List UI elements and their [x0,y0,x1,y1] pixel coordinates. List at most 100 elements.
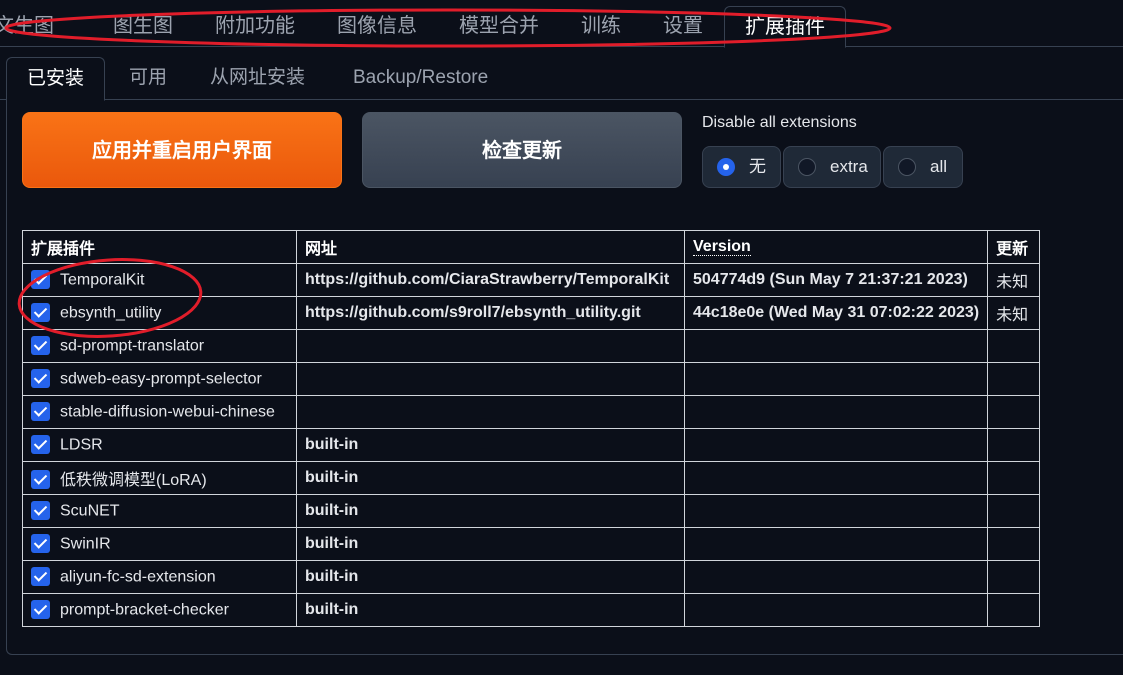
enable-checkbox[interactable] [31,401,50,421]
extension-cell: TemporalKit [22,263,297,297]
radio-none[interactable]: 无 [702,146,781,188]
extension-cell: 低秩微调模型(LoRA) [22,461,297,495]
extension-version [683,362,989,396]
table-row: stable-diffusion-webui-chinese [22,395,1041,429]
tab-extras[interactable]: 附加功能 [215,6,295,46]
tab-png-info[interactable]: 图像信息 [337,6,417,46]
extension-cell: LDSR [22,428,297,462]
radio-dot-icon [798,158,816,176]
extension-name: 低秩微调模型(LoRA) [60,471,207,489]
tab-installed[interactable]: 已安装 [6,57,106,101]
tab-install-from-url[interactable]: 从网址安装 [210,57,305,99]
extension-cell: sdweb-easy-prompt-selector [22,362,297,396]
radio-label-none: 无 [749,157,766,176]
enable-checkbox[interactable] [31,269,50,289]
tab-img2img[interactable]: 图生图 [113,6,173,46]
enable-checkbox[interactable] [31,470,50,490]
tab-available[interactable]: 可用 [129,57,167,99]
apply-and-restart-button[interactable]: 应用并重启用户界面 [22,112,342,188]
extension-url: https://github.com/s9roll7/ebsynth_utili… [296,296,685,330]
radio-dot-icon [898,158,916,176]
enable-checkbox[interactable] [31,368,50,388]
check-updates-button[interactable]: 检查更新 [362,112,682,188]
main-tab-bar: 文生图 图生图 附加功能 图像信息 模型合并 训练 设置 扩展插件 [0,6,1123,48]
extension-cell: sd-prompt-translator [22,329,297,363]
enable-checkbox[interactable] [31,335,50,355]
extension-version [683,461,989,495]
header-version: Version [683,230,989,264]
extension-url: built-in [296,428,685,462]
extension-version [683,329,989,363]
extension-url [296,395,685,429]
extension-version [683,560,989,594]
extension-update-status [987,428,1041,462]
header-url: 网址 [296,230,685,264]
extension-update-status [987,395,1041,429]
table-row: TemporalKit https://github.com/CiaraStraw… [22,263,1041,297]
extension-update-status [987,329,1041,363]
extension-update-status: 未知 [987,263,1041,297]
enable-checkbox[interactable] [31,500,50,520]
extension-url: built-in [296,593,685,627]
radio-dot-icon [717,158,735,176]
tab-backup-restore[interactable]: Backup/Restore [353,57,488,99]
tab-txt2img[interactable]: 文生图 [0,6,54,46]
extension-name: aliyun-fc-sd-extension [60,568,216,586]
table-row: SwinIR built-in [22,527,1041,561]
extension-name: TemporalKit [60,271,145,289]
enable-checkbox[interactable] [31,599,50,619]
extension-update-status [987,593,1041,627]
extension-version [683,593,989,627]
extension-update-status [987,527,1041,561]
enable-checkbox[interactable] [31,302,50,322]
tab-extensions[interactable]: 扩展插件 [724,6,846,48]
extension-name: stable-diffusion-webui-chinese [60,403,275,421]
radio-extra[interactable]: extra [783,146,881,188]
extension-name: SwinIR [60,535,111,553]
table-header-row: 扩展插件 网址 Version 更新 [22,230,1041,264]
extension-url: built-in [296,560,685,594]
extension-name: ScuNET [60,502,120,520]
tab-checkpoint-merger[interactable]: 模型合并 [459,6,539,46]
extension-name: sd-prompt-translator [60,337,205,355]
extension-cell: stable-diffusion-webui-chinese [22,395,297,429]
extension-url: https://github.com/CiaraStrawberry/Tempo… [296,263,685,297]
extension-url: built-in [296,527,685,561]
extensions-sub-tab-bar: 已安装 可用 从网址安装 Backup/Restore [0,57,1123,101]
table-row: prompt-bracket-checker built-in [22,593,1041,627]
extension-update-status [987,362,1041,396]
extension-update-status [987,494,1041,528]
extension-cell: ScuNET [22,494,297,528]
radio-label-all: all [930,157,948,176]
extension-url: built-in [296,494,685,528]
extension-cell: prompt-bracket-checker [22,593,297,627]
extension-name: LDSR [60,436,103,454]
extension-version [683,527,989,561]
table-row: ScuNET built-in [22,494,1041,528]
extension-name: sdweb-easy-prompt-selector [60,370,262,388]
extension-update-status [987,560,1041,594]
header-update: 更新 [987,230,1041,264]
table-row: 低秩微调模型(LoRA) built-in [22,461,1041,495]
enable-checkbox[interactable] [31,533,50,553]
extension-version [683,494,989,528]
extension-cell: ebsynth_utility [22,296,297,330]
table-row: sd-prompt-translator [22,329,1041,363]
radio-all[interactable]: all [883,146,963,188]
extension-version: 44c18e0e (Wed May 31 07:02:22 2023) [683,296,989,330]
table-row: ebsynth_utility https://github.com/s9roll… [22,296,1041,330]
extension-version [683,428,989,462]
extension-cell: SwinIR [22,527,297,561]
tab-settings[interactable]: 设置 [663,6,703,46]
disable-all-label: Disable all extensions [702,114,857,131]
extensions-table: 扩展插件 网址 Version 更新 TemporalKit https://gi… [22,230,1041,627]
extension-version [683,395,989,429]
table-row: sdweb-easy-prompt-selector [22,362,1041,396]
extension-update-status [987,461,1041,495]
extension-name: ebsynth_utility [60,304,162,322]
header-extension: 扩展插件 [22,230,297,264]
extension-update-status: 未知 [987,296,1041,330]
enable-checkbox[interactable] [31,434,50,454]
enable-checkbox[interactable] [31,566,50,586]
tab-train[interactable]: 训练 [581,6,621,46]
